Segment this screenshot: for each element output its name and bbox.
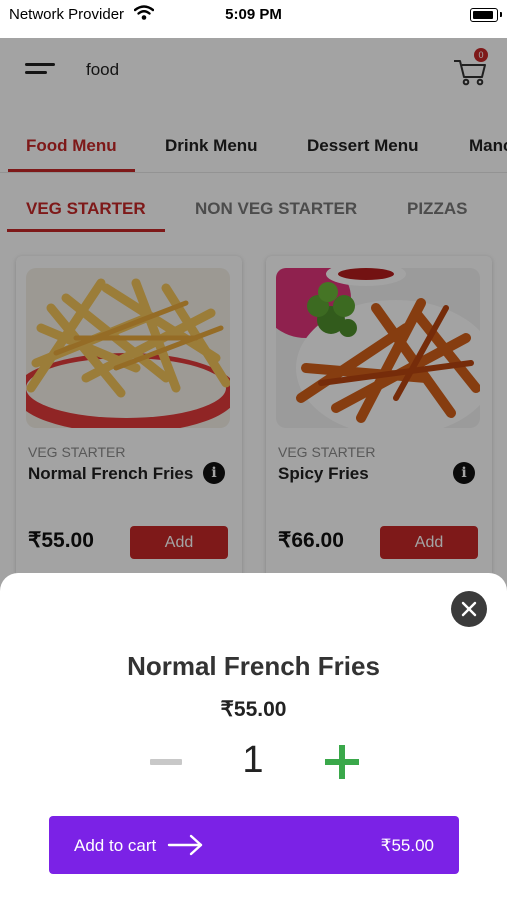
battery-icon <box>470 8 502 22</box>
arrow-right-icon <box>167 834 203 856</box>
sheet-product-name: Normal French Fries <box>127 651 380 681</box>
close-button[interactable] <box>451 591 487 627</box>
plus-icon[interactable] <box>325 745 359 779</box>
status-bar: Network Provider 5:09 PM <box>0 0 507 38</box>
add-to-cart-label: Add to cart <box>74 836 157 855</box>
add-to-cart-sheet: Normal French Fries ₹55.00 1 Add to cart… <box>0 573 507 900</box>
cart-total-price: ₹55.00 <box>380 836 434 855</box>
minus-icon[interactable] <box>150 759 182 765</box>
status-time: 5:09 PM <box>225 6 282 23</box>
quantity-value: 1 <box>242 739 264 781</box>
sheet-product-price: ₹55.00 <box>220 698 287 721</box>
add-to-cart-button[interactable]: Add to cart ₹55.00 <box>49 816 459 874</box>
close-icon <box>461 601 477 617</box>
